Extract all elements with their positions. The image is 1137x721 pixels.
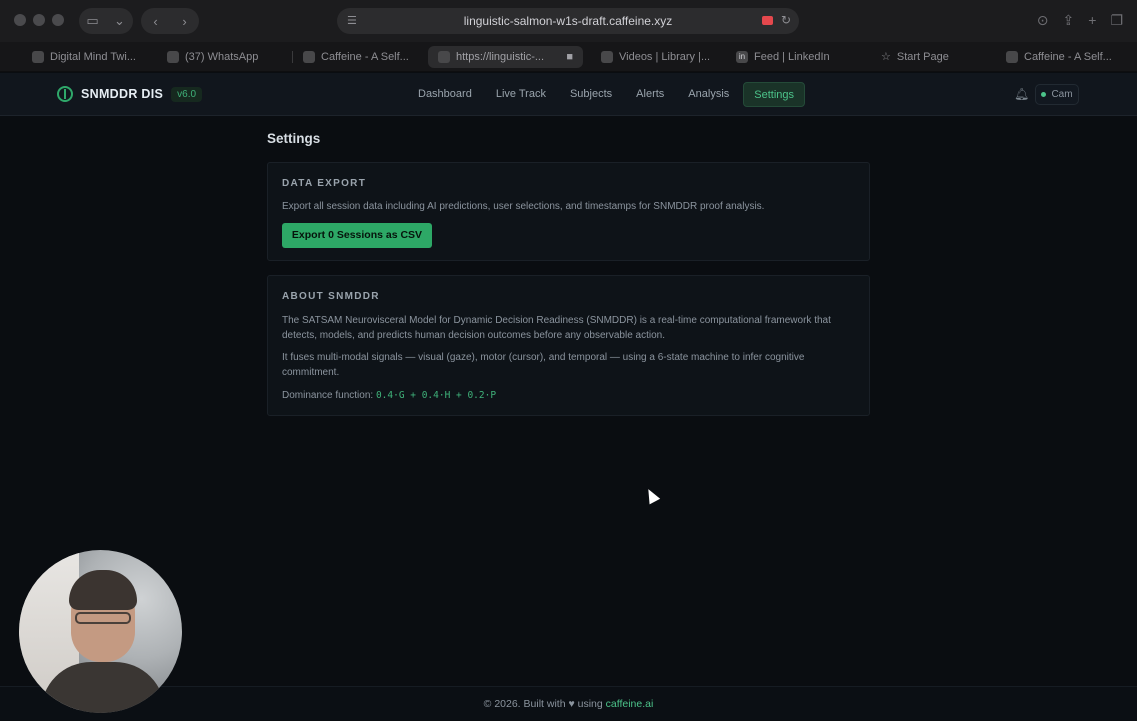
minimize-window-button[interactable] — [33, 14, 45, 26]
tab-caffeine-1[interactable]: Caffeine - A Self... — [293, 46, 428, 68]
address-bar[interactable]: ☰ linguistic-salmon-w1s-draft.caffeine.x… — [337, 8, 799, 34]
back-icon[interactable]: ‹ — [145, 14, 167, 29]
tab-videos-library[interactable]: Videos | Library |... — [591, 46, 726, 68]
cam-label: Cam — [1051, 89, 1073, 100]
footer-text: © 2026. Built with ♥ using — [483, 698, 606, 710]
zoom-window-button[interactable] — [52, 14, 64, 26]
brain-logo-icon — [57, 86, 73, 102]
tab-linguistic-active[interactable]: https://linguistic-... ■ — [428, 45, 583, 68]
nav-alerts[interactable]: Alerts — [626, 82, 674, 107]
export-csv-button[interactable]: Export 0 Sessions as CSV — [282, 223, 432, 248]
brand[interactable]: SNMDDR DIS v6.0 — [57, 86, 203, 102]
tab-favicon-icon — [438, 50, 450, 63]
close-window-button[interactable] — [14, 14, 26, 26]
tab-caffeine-2[interactable]: Caffeine - A Self... — [996, 46, 1131, 68]
about-paragraph-1: The SATSAM Neurovisceral Model for Dynam… — [282, 315, 831, 341]
data-export-card: DATA EXPORT Export all session data incl… — [267, 162, 870, 261]
new-tab-icon[interactable]: + — [1088, 12, 1096, 29]
url-text[interactable]: linguistic-salmon-w1s-draft.caffeine.xyz — [337, 14, 799, 28]
about-paragraph-2: It fuses multi-modal signals — visual (g… — [282, 352, 805, 378]
webcam-person-hair — [69, 570, 137, 610]
site-settings-icon[interactable]: ☰ — [347, 14, 361, 28]
tab-favicon-icon — [32, 50, 44, 63]
data-export-description: Export all session data including AI pre… — [282, 201, 765, 212]
caffeine-icon — [303, 50, 315, 63]
page-title: Settings — [267, 131, 321, 146]
forward-icon[interactable]: › — [174, 14, 196, 29]
main-nav: Dashboard Live Track Subjects Alerts Ana… — [408, 82, 806, 107]
tab-digital-mind[interactable]: Digital Mind Twi... — [22, 46, 157, 68]
tab-whatsapp[interactable]: (37) WhatsApp — [157, 46, 292, 68]
nav-analysis[interactable]: Analysis — [678, 82, 739, 107]
history-nav-group: ‹ › — [141, 8, 199, 34]
tab-start-page[interactable]: ☆ Start Page — [871, 46, 996, 68]
dominance-formula: 0.4·G + 0.4·H + 0.2·P — [375, 390, 497, 401]
browser-toolbar: ▭ ⌄ ‹ › ☰ linguistic-salmon-w1s-draft.ca… — [0, 0, 1137, 42]
caffeine-icon — [1006, 50, 1018, 63]
linkedin-icon: in — [736, 50, 748, 63]
footer-link[interactable]: caffeine.ai — [606, 698, 654, 710]
tab-overview-icon[interactable]: ❐ — [1110, 12, 1123, 29]
bell-icon[interactable]: 🔔︎ — [1014, 87, 1029, 101]
tab-bar: Digital Mind Twi... (37) WhatsApp Caffei… — [0, 42, 1137, 72]
nav-subjects[interactable]: Subjects — [560, 82, 622, 107]
nav-live-track[interactable]: Live Track — [486, 82, 556, 107]
reload-icon[interactable]: ↻ — [781, 13, 791, 27]
nav-settings[interactable]: Settings — [743, 82, 806, 107]
sidebar-toggle-group[interactable]: ▭ ⌄ — [79, 8, 133, 34]
camera-icon: ■ — [566, 50, 573, 63]
chevron-down-icon[interactable]: ⌄ — [109, 13, 131, 29]
sidebar-icon[interactable]: ▭ — [82, 13, 104, 29]
dominance-line: Dominance function: 0.4·G + 0.4·H + 0.2·… — [282, 388, 857, 403]
app-header: SNMDDR DIS v6.0 Dashboard Live Track Sub… — [0, 73, 1137, 116]
footer: © 2026. Built with ♥ using caffeine.ai — [0, 686, 1137, 720]
nav-dashboard[interactable]: Dashboard — [408, 82, 482, 107]
video-icon — [601, 50, 613, 63]
data-export-heading: DATA EXPORT — [282, 178, 367, 189]
version-badge: v6.0 — [171, 86, 203, 102]
whatsapp-icon — [167, 50, 179, 63]
brand-name: SNMDDR DIS — [81, 87, 164, 101]
camera-recording-icon[interactable] — [762, 16, 773, 25]
share-icon[interactable]: ⇪ — [1063, 12, 1075, 29]
webcam-person-glasses — [75, 612, 131, 624]
browser-actions: ⊙ ⇪ + ❐ — [1037, 12, 1123, 29]
about-heading: ABOUT SNMDDR — [282, 291, 380, 302]
star-icon: ☆ — [881, 51, 891, 63]
download-icon[interactable]: ⊙ — [1037, 12, 1049, 29]
cam-status-chip[interactable]: Cam — [1035, 84, 1079, 105]
about-card: ABOUT SNMDDR The SATSAM Neurovisceral Mo… — [267, 275, 870, 416]
window-controls — [14, 14, 64, 26]
webcam-preview — [19, 550, 182, 713]
dominance-label: Dominance function: — [282, 390, 376, 401]
status-dot-icon — [1041, 92, 1047, 97]
tab-linkedin[interactable]: in Feed | LinkedIn — [726, 46, 871, 68]
